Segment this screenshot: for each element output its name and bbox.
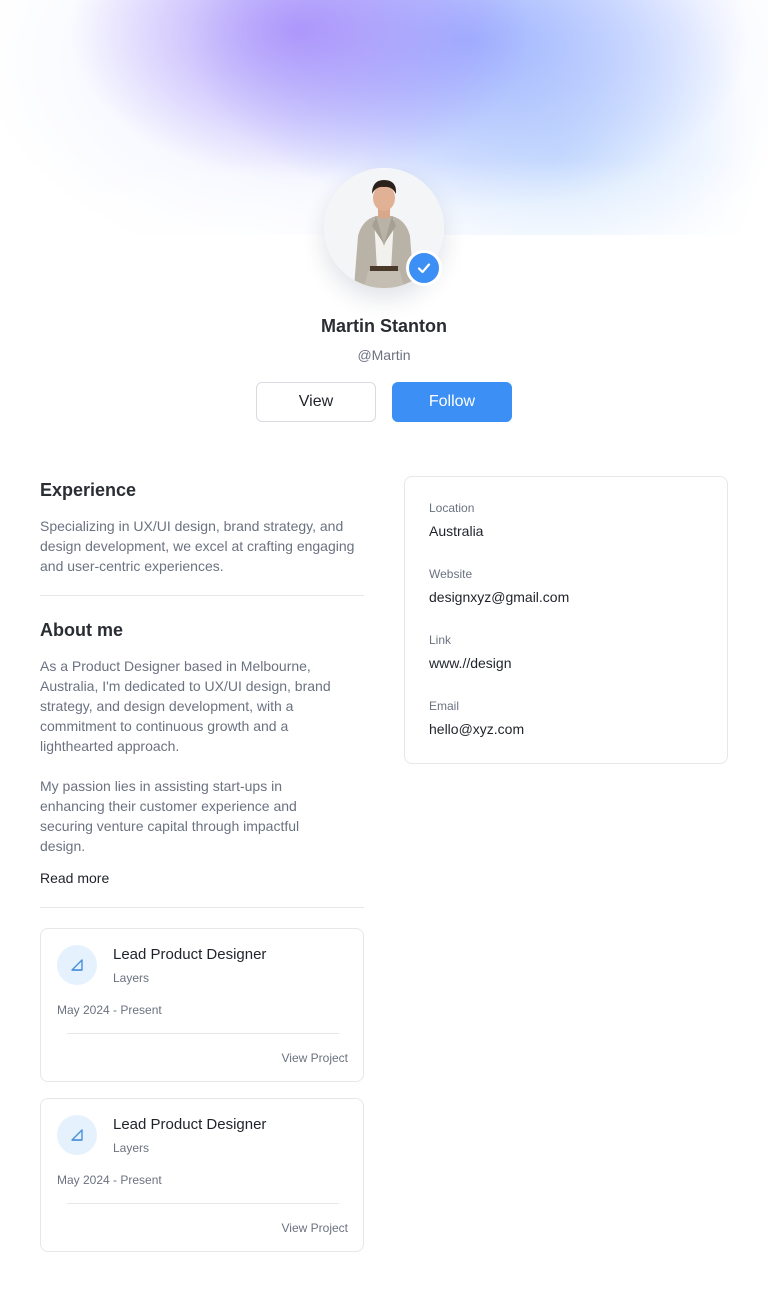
verified-badge [406, 250, 442, 286]
info-email: Email hello@xyz.com [429, 699, 524, 737]
project-card: Lead Product Designer Layers May 2024 - … [40, 1098, 364, 1252]
project-divider [67, 1033, 339, 1034]
read-more-link[interactable]: Read more [40, 870, 109, 886]
follow-button[interactable]: Follow [392, 382, 512, 422]
project-title: Lead Product Designer [113, 1116, 267, 1133]
view-project-link[interactable]: View Project [282, 1051, 348, 1065]
info-label: Email [429, 699, 460, 713]
view-button[interactable]: View [256, 382, 376, 422]
info-card: Location Australia Website designxyz@gma… [404, 476, 728, 764]
info-link: Link www.//design [429, 633, 511, 671]
info-value[interactable]: www.//design [429, 655, 511, 671]
about-heading: About me [40, 620, 123, 640]
info-value[interactable]: designxyz@gmail.com [429, 589, 569, 605]
project-dates: May 2024 - Present [57, 1003, 162, 1017]
view-project-link[interactable]: View Project [282, 1221, 348, 1235]
info-website: Website designxyz@gmail.com [429, 567, 569, 605]
info-label: Website [429, 567, 473, 581]
experience-heading: Experience [40, 480, 137, 500]
profile-name: Martin Stanton [321, 316, 447, 336]
project-dates: May 2024 - Present [57, 1173, 162, 1187]
about-paragraph-2: My passion lies in assisting start-ups i… [40, 778, 300, 854]
info-label: Link [429, 633, 452, 647]
info-label: Location [429, 501, 475, 515]
layers-triangle-icon [57, 1115, 97, 1155]
info-location: Location Australia [429, 501, 483, 539]
info-value[interactable]: hello@xyz.com [429, 721, 524, 737]
project-divider [67, 1203, 339, 1204]
section-divider [40, 595, 364, 596]
experience-text: Specializing in UX/UI design, brand stra… [40, 518, 355, 574]
check-badge-icon [417, 263, 431, 274]
layers-triangle-icon [57, 945, 97, 985]
project-company: Layers [113, 1141, 150, 1155]
about-paragraph-1: As a Product Designer based in Melbourne… [40, 658, 331, 754]
project-company: Layers [113, 971, 150, 985]
project-card: Lead Product Designer Layers May 2024 - … [40, 928, 364, 1082]
section-divider [40, 907, 364, 908]
profile-handle: @Martin [357, 347, 411, 363]
info-value: Australia [429, 523, 484, 539]
project-title: Lead Product Designer [113, 946, 267, 963]
